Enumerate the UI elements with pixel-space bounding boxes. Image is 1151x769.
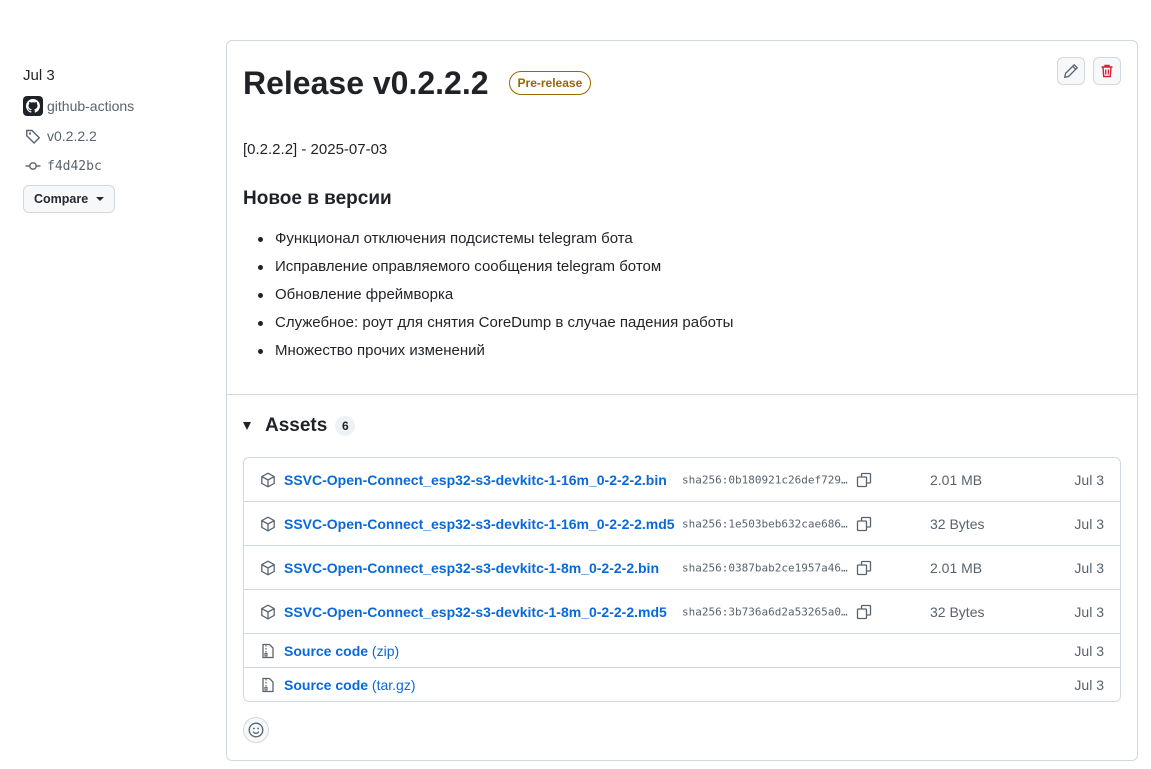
pencil-icon	[1063, 63, 1079, 79]
copy-icon[interactable]	[856, 472, 872, 488]
triangle-down-icon	[243, 422, 251, 430]
asset-link[interactable]: SSVC-Open-Connect_esp32-s3-devkitc-1-8m_…	[284, 604, 667, 620]
list-item: Функционал отключения подсистемы telegra…	[257, 225, 733, 253]
package-icon	[261, 559, 275, 576]
version-line: [0.2.2.2] - 2025-07-03	[243, 141, 388, 158]
package-icon	[261, 603, 275, 620]
list-item: Множество прочих изменений	[257, 337, 733, 365]
package-icon	[261, 471, 275, 488]
release-notes-list: Функционал отключения подсистемы telegra…	[257, 225, 733, 365]
commit-sha: f4d42bc	[47, 158, 102, 174]
release-author[interactable]: github-actions	[23, 96, 213, 116]
asset-row: SSVC-Open-Connect_esp32-s3-devkitc-1-16m…	[244, 458, 1120, 501]
asset-date: Jul 3	[1074, 642, 1104, 659]
release-tag[interactable]: v0.2.2.2	[23, 126, 213, 146]
asset-row: SSVC-Open-Connect_esp32-s3-devkitc-1-8m_…	[244, 589, 1120, 633]
caret-down-icon	[96, 197, 105, 201]
git-commit-icon	[23, 156, 43, 176]
edit-release-button[interactable]	[1057, 57, 1085, 85]
asset-date: Jul 3	[1074, 559, 1104, 576]
asset-link[interactable]: SSVC-Open-Connect_esp32-s3-devkitc-1-16m…	[284, 472, 667, 488]
assets-toggle[interactable]: Assets 6	[243, 415, 356, 437]
tag-name: v0.2.2.2	[47, 128, 97, 144]
trash-icon	[1101, 64, 1113, 78]
asset-sha: sha256:0b180921c26def729…	[682, 473, 848, 486]
file-zip-icon	[262, 643, 274, 658]
add-reaction-button[interactable]	[243, 717, 269, 743]
asset-sha: sha256:3b736a6d2a53265a0…	[682, 605, 848, 618]
asset-date: Jul 3	[1074, 676, 1104, 693]
asset-date: Jul 3	[1074, 471, 1104, 488]
copy-icon[interactable]	[856, 560, 872, 576]
pre-release-badge: Pre-release	[508, 71, 592, 95]
asset-row: SSVC-Open-Connect_esp32-s3-devkitc-1-8m_…	[244, 545, 1120, 589]
list-item: Обновление фреймворка	[257, 281, 733, 309]
asset-row: SSVC-Open-Connect_esp32-s3-devkitc-1-16m…	[244, 501, 1120, 545]
assets-title: Assets	[265, 415, 328, 436]
asset-date: Jul 3	[1074, 515, 1104, 532]
delete-release-button[interactable]	[1093, 57, 1121, 85]
release-date: Jul 3	[23, 67, 55, 84]
asset-link[interactable]: SSVC-Open-Connect_esp32-s3-devkitc-1-16m…	[284, 516, 675, 532]
divider	[227, 394, 1137, 395]
compare-button[interactable]: Compare	[23, 185, 116, 213]
source-row: Source code (tar.gz) Jul 3	[244, 667, 1120, 701]
asset-size: 32 Bytes	[930, 515, 985, 532]
smiley-icon	[248, 722, 264, 738]
list-item: Исправление оправляемого сообщения teleg…	[257, 253, 733, 281]
assets-count-badge: 6	[335, 416, 356, 436]
tag-icon	[23, 126, 43, 146]
asset-link[interactable]: SSVC-Open-Connect_esp32-s3-devkitc-1-8m_…	[284, 560, 659, 576]
asset-sha: sha256:1e503beb632cae686…	[682, 517, 848, 530]
assets-list: SSVC-Open-Connect_esp32-s3-devkitc-1-16m…	[243, 457, 1121, 702]
author-name: github-actions	[47, 98, 135, 114]
source-row: Source code (zip) Jul 3	[244, 633, 1120, 667]
compare-label: Compare	[34, 192, 89, 206]
source-targz-link[interactable]: Source code (tar.gz)	[284, 677, 416, 693]
copy-icon[interactable]	[856, 604, 872, 620]
asset-size: 2.01 MB	[930, 471, 983, 488]
file-zip-icon	[262, 677, 274, 692]
asset-size: 32 Bytes	[930, 603, 985, 620]
package-icon	[261, 515, 275, 532]
release-sidebar: Jul 3 github-actions v0.2.2.2 f4d42bc Co…	[23, 66, 213, 213]
source-zip-link[interactable]: Source code (zip)	[284, 643, 399, 659]
release-title[interactable]: Release v0.2.2.2	[243, 65, 489, 101]
notes-heading: Новое в версии	[243, 188, 392, 209]
asset-sha: sha256:0387bab2ce1957a46…	[682, 561, 848, 574]
copy-icon[interactable]	[856, 516, 872, 532]
release-card: Release v0.2.2.2 Pre-release [0.2.2.2] -…	[226, 40, 1138, 761]
release-commit[interactable]: f4d42bc	[23, 156, 213, 176]
list-item: Служебное: роут для снятия CoreDump в сл…	[257, 309, 733, 337]
github-mark-icon	[23, 96, 43, 116]
release-header: Release v0.2.2.2 Pre-release	[243, 65, 592, 101]
asset-date: Jul 3	[1074, 603, 1104, 620]
asset-size: 2.01 MB	[930, 559, 983, 576]
